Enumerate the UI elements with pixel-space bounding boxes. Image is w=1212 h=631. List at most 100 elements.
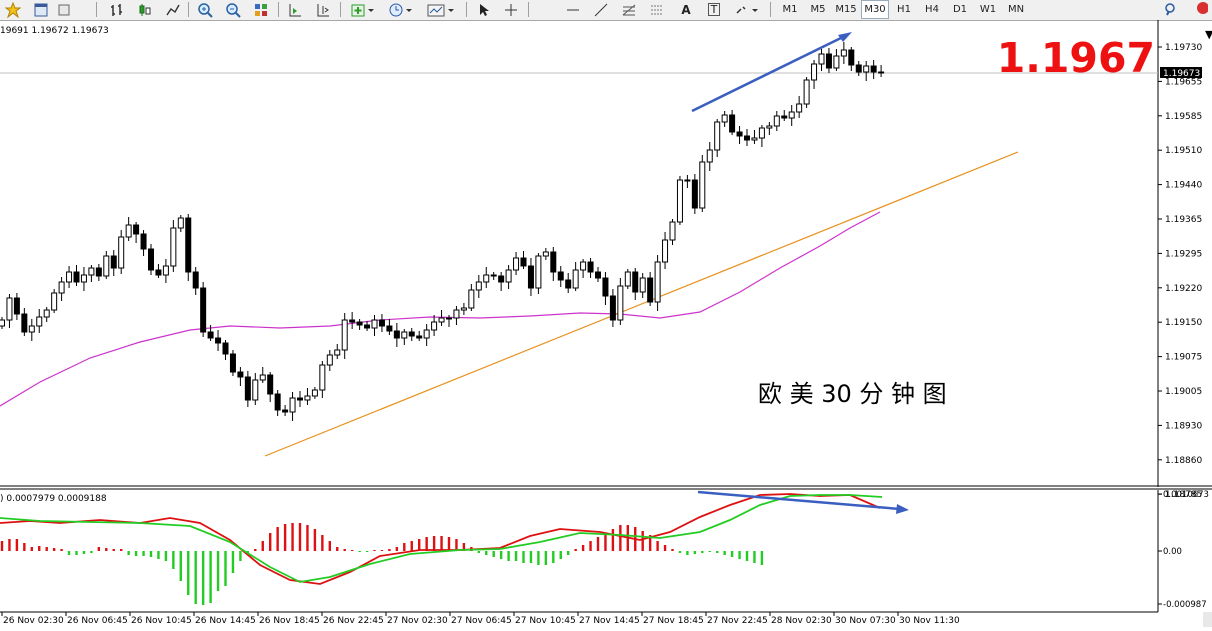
zoom-out-icon[interactable]: [222, 0, 244, 19]
timeframe-m5[interactable]: M5: [804, 0, 832, 19]
time-axis-tick: 27 Nov 14:45: [579, 616, 640, 626]
equidistant-channel-icon[interactable]: [646, 0, 668, 19]
favorites-star-icon[interactable]: [2, 0, 24, 19]
candle-body: [647, 277, 654, 303]
cursor-icon[interactable]: [472, 0, 494, 19]
indicators-dropdown-icon[interactable]: [348, 0, 378, 19]
auto-scroll-icon[interactable]: [284, 0, 306, 19]
macd-histogram-bar: [194, 551, 197, 604]
candle-body: [423, 329, 430, 339]
candle-body: [229, 353, 236, 373]
zoom-in-icon[interactable]: [194, 0, 216, 19]
text-label-tool[interactable]: T: [704, 0, 724, 19]
macd-histogram-bar: [701, 551, 704, 553]
candle-body: [840, 49, 847, 57]
macd-histogram-bar: [120, 549, 123, 551]
timeframe-m30[interactable]: M30: [861, 0, 889, 19]
bar-chart-icon[interactable]: [106, 0, 128, 19]
candle-body: [460, 307, 467, 311]
price-axis-tick: 1.18930: [1165, 421, 1202, 431]
templates-dropdown-icon[interactable]: [424, 0, 458, 19]
macd-histogram-bar: [75, 551, 78, 555]
macd-histogram-bar: [97, 547, 101, 551]
candle-body: [833, 55, 840, 69]
candle-body: [527, 265, 534, 289]
candle-body: [267, 374, 274, 395]
candle-body: [542, 251, 549, 257]
candle-body: [80, 274, 87, 283]
chart-title-annotation: 欧 美 30 分 钟 图: [758, 380, 947, 408]
window-caret-icon[interactable]: ▼: [1205, 28, 1212, 41]
macd-histogram-bar: [492, 551, 495, 557]
macd-histogram-bar: [172, 551, 175, 569]
candle-body: [215, 337, 222, 344]
macd-histogram-bar: [723, 551, 726, 555]
arrows-dropdown-icon[interactable]: [732, 0, 764, 19]
timeframe-m1[interactable]: M1: [776, 0, 804, 19]
macd-histogram-bar: [581, 545, 585, 551]
horizontal-line-icon[interactable]: [562, 0, 584, 19]
candle-body: [848, 49, 855, 66]
crosshair-icon[interactable]: [500, 0, 522, 19]
candle-body: [259, 374, 266, 381]
line-chart-icon[interactable]: [162, 0, 184, 19]
timeframe-h4[interactable]: H4: [918, 0, 946, 19]
time-axis-tick: 26 Nov 14:45: [195, 616, 256, 626]
timeframe-d1[interactable]: D1: [946, 0, 974, 19]
candle-body: [103, 255, 110, 277]
trendline-icon[interactable]: [590, 0, 612, 19]
candle-body: [676, 179, 683, 223]
candle-body: [341, 319, 348, 351]
candle-body: [818, 53, 825, 65]
candle-body: [401, 331, 408, 339]
candle-body: [691, 179, 698, 209]
macd-histogram-bar: [45, 547, 48, 551]
candle-body: [356, 321, 363, 326]
macd-histogram-bar: [157, 551, 160, 559]
macd-histogram-bar: [313, 529, 317, 551]
macd-histogram-bar: [127, 551, 130, 555]
timeframe-w1[interactable]: W1: [974, 0, 1002, 19]
macd-histogram-bar: [544, 551, 548, 565]
candle-body: [252, 379, 259, 401]
chart-window[interactable]: 1.19730 1.19655 1.19585 1.19510 1.19440 1.193…: [0, 19, 1212, 627]
timeframe-mn[interactable]: MN: [1002, 0, 1030, 19]
price-axis-tick: 1.18860: [1165, 456, 1202, 466]
alert-icon[interactable]: [1192, 0, 1210, 19]
candle-body: [483, 274, 490, 283]
macd-histogram-bar: [261, 541, 264, 551]
profiles-window-icon[interactable]: [30, 0, 52, 19]
text-tool[interactable]: A: [676, 0, 696, 19]
macd-histogram-bar: [730, 551, 734, 557]
candle-body: [95, 267, 102, 277]
window-list-icon[interactable]: [56, 0, 72, 19]
periods-clock-icon[interactable]: [386, 0, 416, 19]
macd-histogram-bar: [328, 541, 331, 551]
price-axis-tick: 1.19585: [1165, 112, 1202, 122]
candle-body: [513, 257, 520, 271]
candle-body: [73, 271, 80, 283]
candle-body: [13, 297, 20, 315]
scroll-corner: [1203, 612, 1212, 627]
fibonacci-icon[interactable]: [618, 0, 640, 19]
price-chart-svg[interactable]: 1.197301.196551.195851.195101.194401.193…: [0, 19, 1212, 627]
macd-histogram-bar: [574, 549, 577, 551]
macd-histogram-bar: [8, 539, 11, 551]
tile-windows-icon[interactable]: [250, 0, 272, 19]
candle-body: [751, 137, 758, 141]
big-price-label: 1.1967: [997, 34, 1155, 82]
time-axis-tick: 27 Nov 22:45: [707, 616, 768, 626]
chart-shift-icon[interactable]: [312, 0, 334, 19]
candle-body: [490, 274, 497, 277]
candlestick-chart-icon[interactable]: [134, 0, 156, 19]
candle-body: [6, 297, 13, 321]
timeframe-m15[interactable]: M15: [832, 0, 860, 19]
macd-histogram-bar: [708, 551, 711, 552]
candle-body: [632, 271, 639, 293]
support-trendline[interactable]: [264, 151, 1019, 457]
timeframe-h1[interactable]: H1: [890, 0, 918, 19]
search-icon[interactable]: [1160, 0, 1182, 19]
time-axis-tick: 26 Nov 10:45: [131, 616, 192, 626]
candle-body: [595, 271, 601, 279]
macd-histogram-bar: [276, 527, 279, 551]
